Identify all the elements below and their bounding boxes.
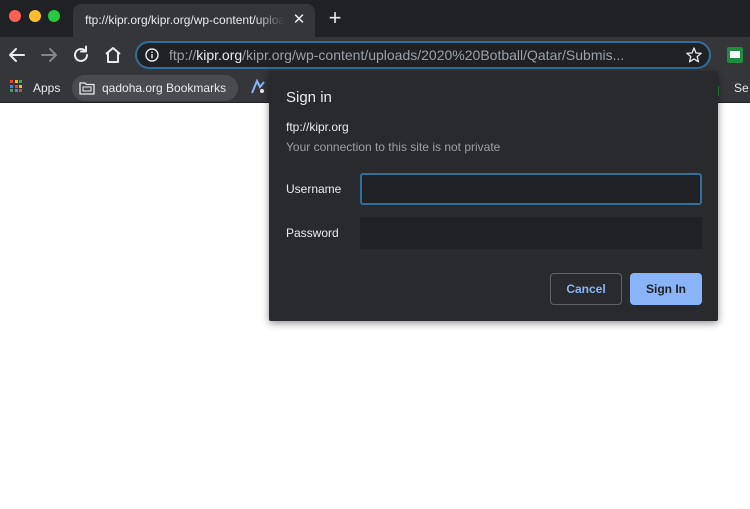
close-icon[interactable]: ✕	[291, 12, 307, 28]
url-host: kipr.org	[196, 47, 243, 63]
bookmark-folder-label[interactable]: qadoha.org Bookmarks	[102, 77, 226, 99]
cancel-button[interactable]: Cancel	[550, 273, 622, 305]
sign-in-button[interactable]: Sign In	[630, 273, 702, 305]
apps-grid-icon[interactable]	[10, 80, 22, 92]
star-icon[interactable]	[685, 46, 703, 64]
url-text[interactable]: ftp://kipr.org/kipr.org/wp-content/uploa…	[169, 47, 669, 63]
tab-title: ftp://kipr.org/kipr.org/wp-content/uploa…	[85, 13, 285, 27]
active-tab[interactable]: ftp://kipr.org/kipr.org/wp-content/uploa…	[73, 4, 315, 37]
reload-icon[interactable]	[69, 43, 93, 67]
home-icon[interactable]	[101, 43, 125, 67]
dialog-host: ftp://kipr.org	[286, 120, 349, 134]
sign-in-dialog: Sign in ftp://kipr.org Your connection t…	[269, 71, 718, 321]
username-field[interactable]	[360, 173, 702, 205]
window-close-button[interactable]	[9, 10, 21, 22]
address-bar[interactable]: ftp://kipr.org/kipr.org/wp-content/uploa…	[135, 41, 711, 69]
window-maximize-button[interactable]	[48, 10, 60, 22]
arrow-left-icon[interactable]	[5, 43, 29, 67]
bookmark-partial[interactable]: Se	[734, 77, 749, 99]
window-minimize-button[interactable]	[29, 10, 41, 22]
dialog-title: Sign in	[286, 89, 332, 106]
url-scheme: ftp://	[169, 47, 197, 63]
url-path: /kipr.org/wp-content/uploads/2020%20Botb…	[242, 47, 625, 63]
extension-icon[interactable]	[727, 47, 743, 63]
folder-icon	[79, 81, 95, 95]
plus-icon[interactable]: +	[325, 7, 345, 29]
arrow-right-icon[interactable]	[37, 43, 61, 67]
bookmark-apps[interactable]: Apps	[33, 77, 60, 99]
info-icon[interactable]	[145, 48, 159, 62]
site-favicon-icon[interactable]	[249, 78, 267, 96]
browser-toolbar: ftp://kipr.org/kipr.org/wp-content/uploa…	[0, 37, 750, 74]
password-field[interactable]	[360, 217, 702, 249]
dialog-warning: Your connection to this site is not priv…	[286, 140, 501, 154]
username-label: Username	[286, 182, 342, 196]
password-label: Password	[286, 226, 339, 240]
tab-strip: ftp://kipr.org/kipr.org/wp-content/uploa…	[0, 0, 750, 37]
